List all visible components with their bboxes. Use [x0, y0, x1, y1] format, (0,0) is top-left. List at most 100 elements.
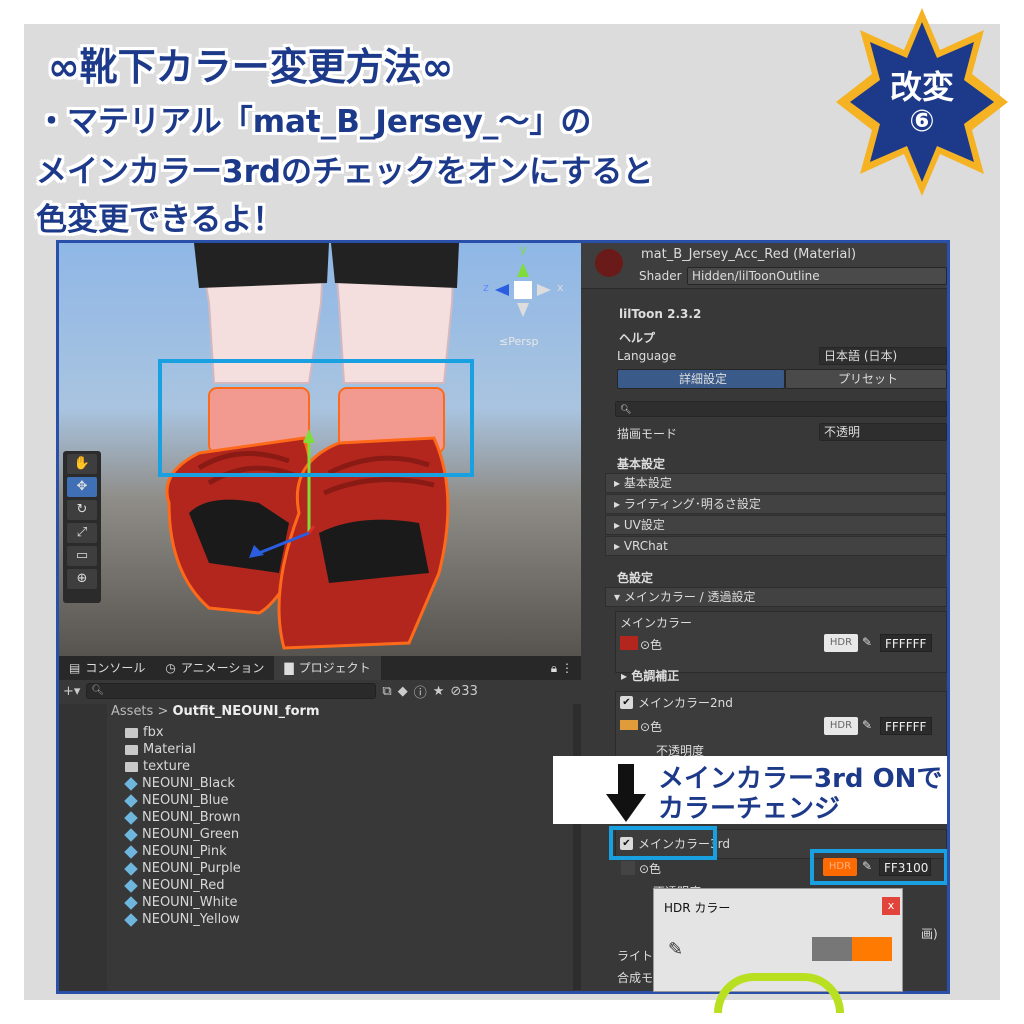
hex-field[interactable]: FFFFFF — [880, 634, 932, 652]
console-icon: ▤ — [69, 661, 81, 675]
eyedropper-icon[interactable]: ✎ — [668, 939, 683, 960]
rect-tool-icon[interactable]: ▭ — [67, 546, 97, 566]
color-wheel[interactable] — [714, 973, 844, 1013]
help-foldout[interactable]: ヘルプ — [619, 329, 655, 346]
add-icon[interactable]: +▾ — [63, 684, 80, 699]
texture-slot-icon[interactable] — [621, 861, 635, 875]
move-tool-icon[interactable]: ✥ — [67, 477, 97, 497]
rotate-tool-icon[interactable]: ↻ — [67, 500, 97, 520]
tab-preset[interactable]: プリセット — [785, 369, 947, 389]
asset-name: NEOUNI_Blue — [142, 793, 229, 808]
hdr-color-swatch[interactable]: HDR — [824, 634, 858, 652]
asset-name: NEOUNI_Red — [142, 878, 225, 893]
popup-title: HDR カラー — [664, 901, 731, 915]
list-item[interactable]: fbx — [125, 724, 241, 741]
main-color-transparency-label: メインカラー / 透過設定 — [623, 590, 756, 604]
lighting-foldout[interactable]: ▸ ライティング･明るさ設定 — [605, 494, 947, 514]
list-item[interactable]: NEOUNI_White — [124, 894, 241, 911]
folder-icon: ▇ — [284, 661, 294, 675]
persp-label[interactable]: ≤Persp — [499, 335, 538, 348]
list-item[interactable]: NEOUNI_Blue — [124, 792, 241, 809]
asset-name: NEOUNI_Black — [142, 776, 235, 791]
new-color-swatch — [852, 937, 892, 961]
basic-settings-foldout[interactable]: ▸ 基本設定 — [605, 473, 947, 493]
socks-highlight-box — [158, 359, 474, 477]
asset-list: fbx Material texture NEOUNI_Black NEOUNI… — [124, 724, 241, 928]
project-scrollbar[interactable] — [573, 704, 581, 990]
description-line-2: メインカラー3rdのチェックをオンにすると — [36, 154, 654, 190]
eyedropper-icon[interactable]: ✎ — [862, 635, 872, 649]
color-settings-header: 色設定 — [617, 571, 654, 585]
hdr-color-swatch[interactable]: HDR — [824, 717, 858, 735]
star-icon[interactable]: ★ — [433, 684, 445, 699]
list-item[interactable]: texture — [125, 758, 241, 775]
folder-tree[interactable] — [59, 704, 107, 991]
info-icon[interactable]: ⓘ — [414, 682, 427, 701]
tab-animation[interactable]: ◷ アニメーション — [155, 656, 274, 680]
liltoon-version[interactable]: lilToon 2.3.2 — [619, 307, 701, 321]
main-color-2nd-label: メインカラー2nd — [638, 696, 733, 710]
list-item[interactable]: NEOUNI_Purple — [124, 860, 241, 877]
hidden-count[interactable]: ⊘33 — [450, 684, 477, 699]
material-name: mat_B_Jersey_Acc_Red (Material) — [641, 247, 857, 262]
transform-tool-icon[interactable]: ⊕ — [67, 569, 97, 589]
filter-label-icon[interactable]: ◆ — [398, 684, 408, 699]
breadcrumb-root[interactable]: Assets — [111, 704, 153, 719]
filter-type-icon[interactable]: ⧉ — [382, 684, 391, 699]
basic-settings-label: 基本設定 — [623, 476, 672, 490]
main-color-3rd-highlight — [609, 826, 717, 860]
texture-thumb-icon[interactable] — [620, 636, 638, 650]
texture-thumb-icon[interactable] — [620, 720, 638, 730]
render-mode-dropdown[interactable]: 不透明 — [819, 423, 947, 441]
prefab-icon — [124, 861, 138, 876]
dropdown-tail: 画) — [921, 927, 938, 941]
hex-field[interactable]: FFFFFF — [880, 717, 932, 735]
language-dropdown[interactable]: 日本語 (日本) — [819, 347, 947, 365]
list-item[interactable]: NEOUNI_Yellow — [124, 911, 241, 928]
vrchat-label: VRChat — [623, 539, 668, 553]
gizmo-z-label: z — [483, 281, 489, 294]
tab-console-label: コンソール — [85, 661, 146, 675]
breadcrumb-folder[interactable]: Outfit_NEOUNI_form — [173, 704, 320, 719]
lock-icon[interactable]: 🔒︎ ⋮ — [551, 661, 573, 676]
prefab-icon — [124, 827, 138, 842]
tab-detail-settings[interactable]: 詳細設定 — [617, 369, 785, 389]
popup-close-button[interactable]: x — [882, 897, 900, 915]
render-mode-label: 描画モード — [617, 427, 678, 441]
list-item[interactable]: NEOUNI_Red — [124, 877, 241, 894]
color-correction-foldout[interactable]: ▸ 色調補正 — [621, 667, 679, 684]
asset-name: NEOUNI_White — [142, 895, 238, 910]
prefab-icon — [124, 776, 138, 791]
main-color-box: メインカラー ⊙色 HDR ✎ FFFFFF — [615, 611, 947, 673]
list-item[interactable]: NEOUNI_Brown — [124, 809, 241, 826]
main-color-transparency-foldout[interactable]: ▾ メインカラー / 透過設定 — [605, 587, 947, 607]
inspector-search-input[interactable]: 🔍︎ — [615, 401, 947, 417]
description-line-1: ・マテリアル「mat_B_Jersey_～」の — [36, 104, 592, 140]
list-item[interactable]: Material — [125, 741, 241, 758]
scale-tool-icon[interactable]: ⤢ — [67, 523, 97, 543]
asset-name: NEOUNI_Brown — [142, 810, 241, 825]
list-item[interactable]: NEOUNI_Green — [124, 826, 241, 843]
breadcrumb: Assets > Outfit_NEOUNI_form — [111, 704, 320, 719]
vrchat-foldout[interactable]: ▸ VRChat — [605, 536, 947, 556]
page-title: ∞靴下カラー変更方法∞ — [48, 45, 454, 89]
tab-console[interactable]: ▤ コンソール — [59, 656, 155, 680]
list-item[interactable]: NEOUNI_Black — [124, 775, 241, 792]
color-correction-label: 色調補正 — [631, 669, 680, 683]
main-color-2nd-checkbox[interactable]: ✔ — [620, 696, 633, 709]
eyedropper-icon[interactable]: ✎ — [862, 718, 872, 732]
hand-tool-icon[interactable]: ✋ — [67, 454, 97, 474]
previous-color-swatch — [812, 937, 852, 961]
tab-project[interactable]: ▇ プロジェクト — [274, 656, 381, 680]
shader-dropdown[interactable]: Hidden/lilToonOutline — [687, 267, 947, 285]
prefab-icon — [124, 793, 138, 808]
breadcrumb-separator: > — [157, 704, 169, 719]
uv-foldout[interactable]: ▸ UV設定 — [605, 515, 947, 535]
tab-project-label: プロジェクト — [298, 661, 371, 675]
lighting-label: ライティング･明るさ設定 — [623, 497, 761, 511]
project-search-input[interactable]: 🔍︎ — [86, 683, 377, 699]
list-item[interactable]: NEOUNI_Pink — [124, 843, 241, 860]
hidden-count-value: 33 — [461, 683, 478, 699]
prefab-icon — [124, 810, 138, 825]
asset-name: NEOUNI_Purple — [142, 861, 241, 876]
